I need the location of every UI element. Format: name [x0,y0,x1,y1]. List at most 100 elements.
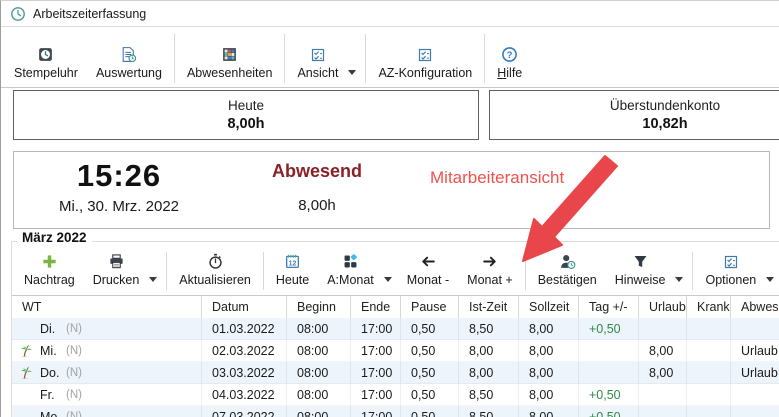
daytype-code: (N) [66,345,82,357]
bestaetigen-button[interactable]: Bestätigen [529,248,606,294]
button-label: Hinweise [615,273,666,287]
beginn-cell: 08:00 [287,340,351,362]
monat-minus-button[interactable]: Monat - [398,248,458,294]
weekday-label: Mi. [40,344,66,358]
toolbar-separator [263,252,264,290]
ende-cell: 17:00 [351,406,401,417]
hilfe-button[interactable]: ?Hilfe [488,30,531,87]
ende-cell: 17:00 [351,340,401,362]
krank-cell [687,384,731,406]
toolbar-separator [484,34,485,83]
vacation-palm-icon [17,343,33,359]
diff-cell [579,362,639,384]
urlaub-cell: 8,00 [639,340,687,362]
button-label: Stempeluhr [14,66,78,80]
column-header-diff[interactable]: Tag +/- [579,296,639,318]
plus-icon [41,253,58,270]
toolbar-separator [525,252,526,290]
summary-panel-heute: Heute 8,00h [13,90,479,140]
column-header-ende[interactable]: Ende [351,296,401,318]
button-label: AZ-Konfiguration [378,66,472,80]
daytype-code: (N) [66,411,82,417]
button-label: Bestätigen [538,273,597,287]
nachtrag-button[interactable]: Nachtrag [15,248,84,294]
auswertung-button[interactable]: Auswertung [87,30,171,87]
diff-cell: +0,50 [579,318,639,340]
datum-cell: 03.03.2022 [202,362,287,384]
aktualisieren-button[interactable]: Aktualisieren [170,248,260,294]
current-date: Mi., 30. Mrz. 2022 [34,198,204,215]
diff-cell: +0,50 [579,384,639,406]
beginn-cell: 08:00 [287,362,351,384]
status-panel: 15:26 Mi., 30. Mrz. 2022 Abwesend 8,00h … [13,151,770,229]
ist-cell: 8,00 [459,362,519,384]
krank-cell [687,340,731,362]
chevron-down-icon[interactable] [347,30,362,87]
drucken-button[interactable]: Drucken [84,248,149,294]
monat-plus-button[interactable]: Monat + [458,248,522,294]
help-icon: ? [501,45,518,63]
button-label: Drucken [93,273,140,287]
toolbar-separator [365,34,366,83]
hinweise-button[interactable]: Hinweise [606,248,675,294]
urlaub-cell [639,406,687,417]
diff-cell: +0,50 [579,406,639,417]
checklist-icon [723,253,739,270]
column-header-soll[interactable]: Sollzeit [519,296,579,318]
abw-cell [731,318,779,340]
soll-cell: 8,00 [519,384,579,406]
beginn-cell: 08:00 [287,318,351,340]
svg-text:?: ? [507,50,513,61]
column-header-abw[interactable]: Abwesenheit [731,296,779,318]
table-row[interactable]: Di.(N)01.03.202208:0017:000,508,508,00+0… [12,318,779,340]
printer-icon [108,253,125,270]
weekday-label: Fr. [40,388,66,402]
optionen-button[interactable]: Optionen [696,248,765,294]
pause-cell: 0,50 [401,406,459,417]
column-header-wt[interactable]: WT [12,296,202,318]
toolbar-separator [692,252,693,290]
table-row[interactable]: Fr.(N)04.03.202208:0017:000,508,508,00+0… [12,384,779,406]
weekday-cell: Mo.(N) [12,406,202,417]
column-header-urlaub[interactable]: Urlaub [639,296,687,318]
datum-cell: 04.03.2022 [202,384,287,406]
title-bar: Arbeitszeiterfassung [1,1,779,27]
ist-cell: 8,00 [459,340,519,362]
chevron-down-icon[interactable] [383,248,398,294]
datum-cell: 02.03.2022 [202,340,287,362]
weekday-label: Mo. [40,410,66,417]
chevron-down-icon[interactable] [148,248,163,294]
column-header-pause[interactable]: Pause [401,296,459,318]
pause-cell: 0,50 [401,318,459,340]
summary-label: Überstundenkonto [610,98,720,113]
ende-cell: 17:00 [351,384,401,406]
column-header-beginn[interactable]: Beginn [287,296,351,318]
a-monat-button[interactable]: A:Monat [318,248,383,294]
column-header-datum[interactable]: Datum [202,296,287,318]
report-clock-icon [120,45,137,63]
heute-button[interactable]: 12Heute [267,248,318,294]
abw-cell [731,406,779,417]
timesheet-table: WTDatumBeginnEndePauseIst-ZeitSollzeitTa… [12,295,779,417]
table-row[interactable]: Mo.(N)07.03.202208:0017:000,508,508,00+0… [12,406,779,417]
svg-text:12: 12 [289,260,297,267]
column-header-krank[interactable]: Krank [687,296,731,318]
main-toolbar: Stempeluhr AuswertungAbwesenheiten Ansicht… [1,28,779,88]
urlaub-cell [639,384,687,406]
abwesenheiten-button[interactable]: Abwesenheiten [178,30,281,87]
table-row[interactable]: Mi.(N)02.03.202208:0017:000,508,008,008,… [12,340,779,362]
button-label: A:Monat [327,273,374,287]
column-header-ist[interactable]: Ist-Zeit [459,296,519,318]
chevron-down-icon[interactable] [765,248,779,294]
button-label: Ansicht [297,66,338,80]
presence-state-block: Abwesend 8,00h [252,161,382,214]
table-row[interactable]: Do.(N)03.03.202208:0017:000,508,008,008,… [12,362,779,384]
stempeluhr-button[interactable]: Stempeluhr [5,30,87,87]
az-konfiguration-button[interactable]: AZ-Konfiguration [369,30,481,87]
diff-cell [579,340,639,362]
ansicht-button[interactable]: Ansicht [288,30,347,87]
chevron-down-icon[interactable] [674,248,689,294]
absence-grid-icon [221,45,238,63]
summary-value: 8,00h [227,116,264,132]
app-window: Arbeitszeiterfassung Stempeluhr Auswertun… [0,0,779,417]
